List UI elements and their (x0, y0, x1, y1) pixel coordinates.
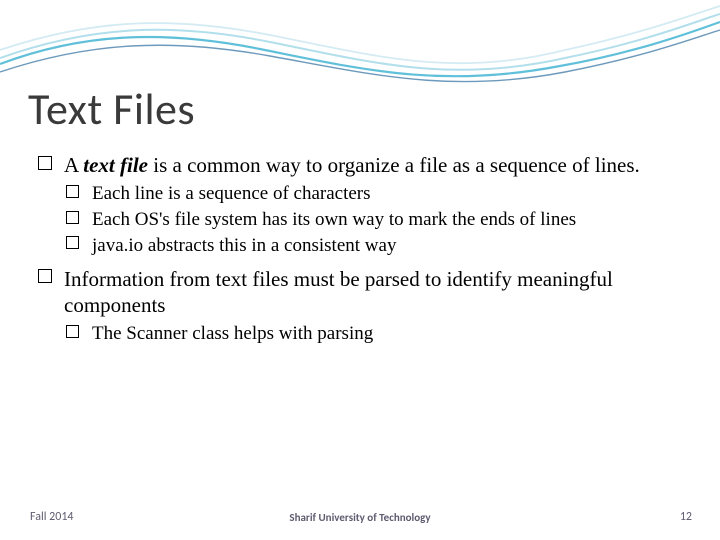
bullet-2a-text: The Scanner class helps with parsing (92, 323, 373, 344)
square-bullet-icon (38, 269, 52, 283)
bullet-1-text-pre: A (64, 153, 83, 177)
decorative-wave (0, 0, 720, 85)
wave-svg (0, 0, 720, 85)
square-bullet-icon (66, 236, 79, 249)
bullet-1b-text: Each OS's file system has its own way to… (92, 209, 576, 230)
bullet-1c: java.io abstracts this in a consistent w… (66, 234, 690, 258)
bullet-1a: Each line is a sequence of characters (66, 182, 690, 206)
bullet-1b: Each OS's file system has its own way to… (66, 208, 690, 232)
footer-org: Sharif University of Technology (0, 511, 720, 524)
bullet-1a-text: Each line is a sequence of characters (92, 183, 371, 204)
bullet-1c-text: java.io abstracts this in a consistent w… (92, 235, 396, 256)
footer-page-number: 12 (680, 510, 692, 524)
slide-content: A text file is a common way to organize … (38, 152, 690, 348)
square-bullet-icon (66, 325, 79, 338)
bullet-1: A text file is a common way to organize … (38, 152, 690, 178)
square-bullet-icon (38, 156, 52, 170)
square-bullet-icon (66, 185, 79, 198)
bullet-1-text-post: is a common way to organize a file as a … (148, 153, 640, 177)
square-bullet-icon (66, 211, 79, 224)
bullet-2: Information from text files must be pars… (38, 266, 690, 319)
bullet-2-text: Information from text files must be pars… (64, 267, 613, 317)
slide-title: Text Files (28, 82, 195, 136)
slide: Text Files A text file is a common way t… (0, 0, 720, 540)
bullet-1-emphasis: text file (83, 153, 148, 177)
bullet-2a: The Scanner class helps with parsing (66, 322, 690, 346)
